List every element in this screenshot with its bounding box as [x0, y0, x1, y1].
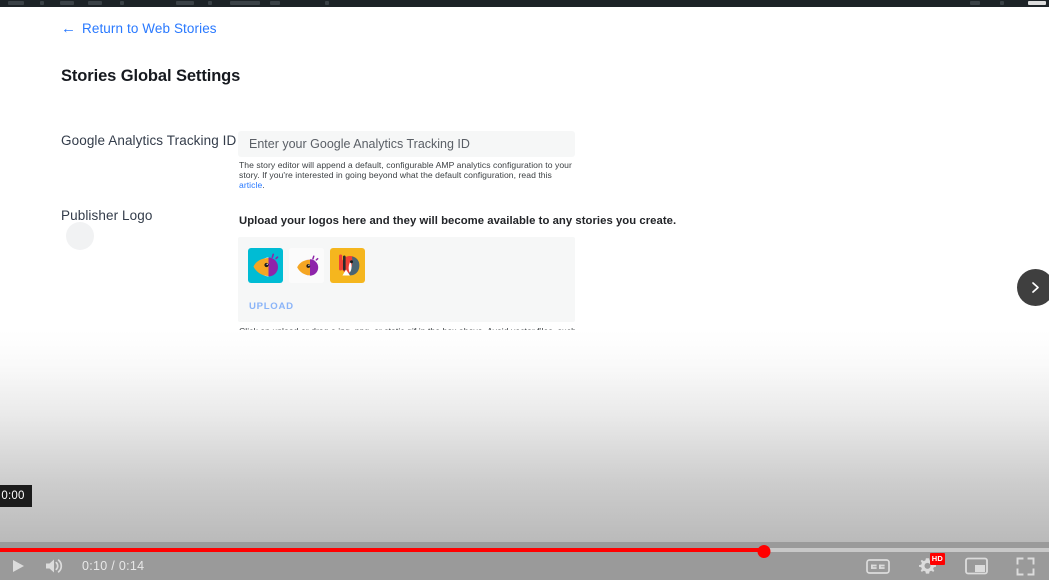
google-analytics-tracking-id-input[interactable] — [238, 131, 575, 157]
logo-thumbnail-parrot-yellow[interactable] — [330, 248, 365, 283]
quality-hd-badge: HD — [929, 553, 945, 565]
publisher-logo-dropzone[interactable]: UPLOAD — [238, 237, 575, 322]
analytics-field-label: Google Analytics Tracking ID — [61, 133, 237, 148]
page-title: Stories Global Settings — [61, 67, 241, 85]
video-player-controls: 0:10 / 0:14 HD — [0, 542, 1049, 580]
progress-bar-handle[interactable] — [757, 545, 771, 558]
next-story-button[interactable] — [1017, 269, 1049, 306]
analytics-helper-text-after: . — [262, 179, 265, 190]
analytics-helper-text-before: The story editor will append a default, … — [239, 160, 572, 180]
publisher-logo-intro-text: Upload your logos here and they will bec… — [239, 215, 677, 227]
captions-button[interactable] — [860, 554, 896, 578]
volume-high-icon — [46, 559, 63, 573]
play-button[interactable] — [0, 554, 36, 578]
player-left-controls: 0:10 / 0:14 — [0, 554, 144, 578]
arrow-left-icon: ← — [61, 19, 77, 37]
upload-button[interactable]: UPLOAD — [249, 301, 294, 312]
progress-bar-played — [0, 548, 764, 552]
time-readout: 0:10 / 0:14 — [82, 559, 145, 573]
fullscreen-icon — [1016, 557, 1034, 575]
settings-page: ← Return to Web Stories Stories Global S… — [0, 7, 1049, 427]
return-link-label: Return to Web Stories — [82, 21, 217, 36]
cursor-highlight-blob — [66, 222, 94, 250]
publisher-logo-helper-text: Click on upload or drag a jpg, png, or s… — [239, 326, 576, 356]
settings-button[interactable]: HD — [909, 553, 945, 578]
admin-bar-strip — [0, 0, 1049, 7]
fullscreen-button[interactable] — [1007, 554, 1043, 578]
closed-captions-icon — [866, 558, 890, 574]
return-to-web-stories-link[interactable]: ← Return to Web Stories — [61, 19, 217, 37]
miniplayer-icon — [964, 557, 988, 575]
publisher-logo-list — [248, 248, 365, 283]
screenshot-root: ← Return to Web Stories Stories Global S… — [0, 0, 1049, 580]
player-right-controls: HD — [860, 553, 1043, 578]
analytics-helper-text: The story editor will append a default, … — [239, 160, 579, 190]
logo-thumbnail-bird-white[interactable] — [289, 248, 324, 283]
miniplayer-button[interactable] — [958, 554, 994, 578]
progress-bar-track[interactable] — [0, 545, 1049, 558]
chevron-right-icon — [1032, 282, 1039, 293]
play-icon — [13, 560, 24, 572]
logo-thumbnail-bird-cyan[interactable] — [248, 248, 283, 283]
seek-time-tooltip: 0:00 — [0, 485, 32, 507]
publisher-logo-field-label: Publisher Logo — [61, 208, 153, 223]
volume-button[interactable] — [36, 554, 72, 578]
analytics-article-link[interactable]: article — [239, 180, 262, 190]
